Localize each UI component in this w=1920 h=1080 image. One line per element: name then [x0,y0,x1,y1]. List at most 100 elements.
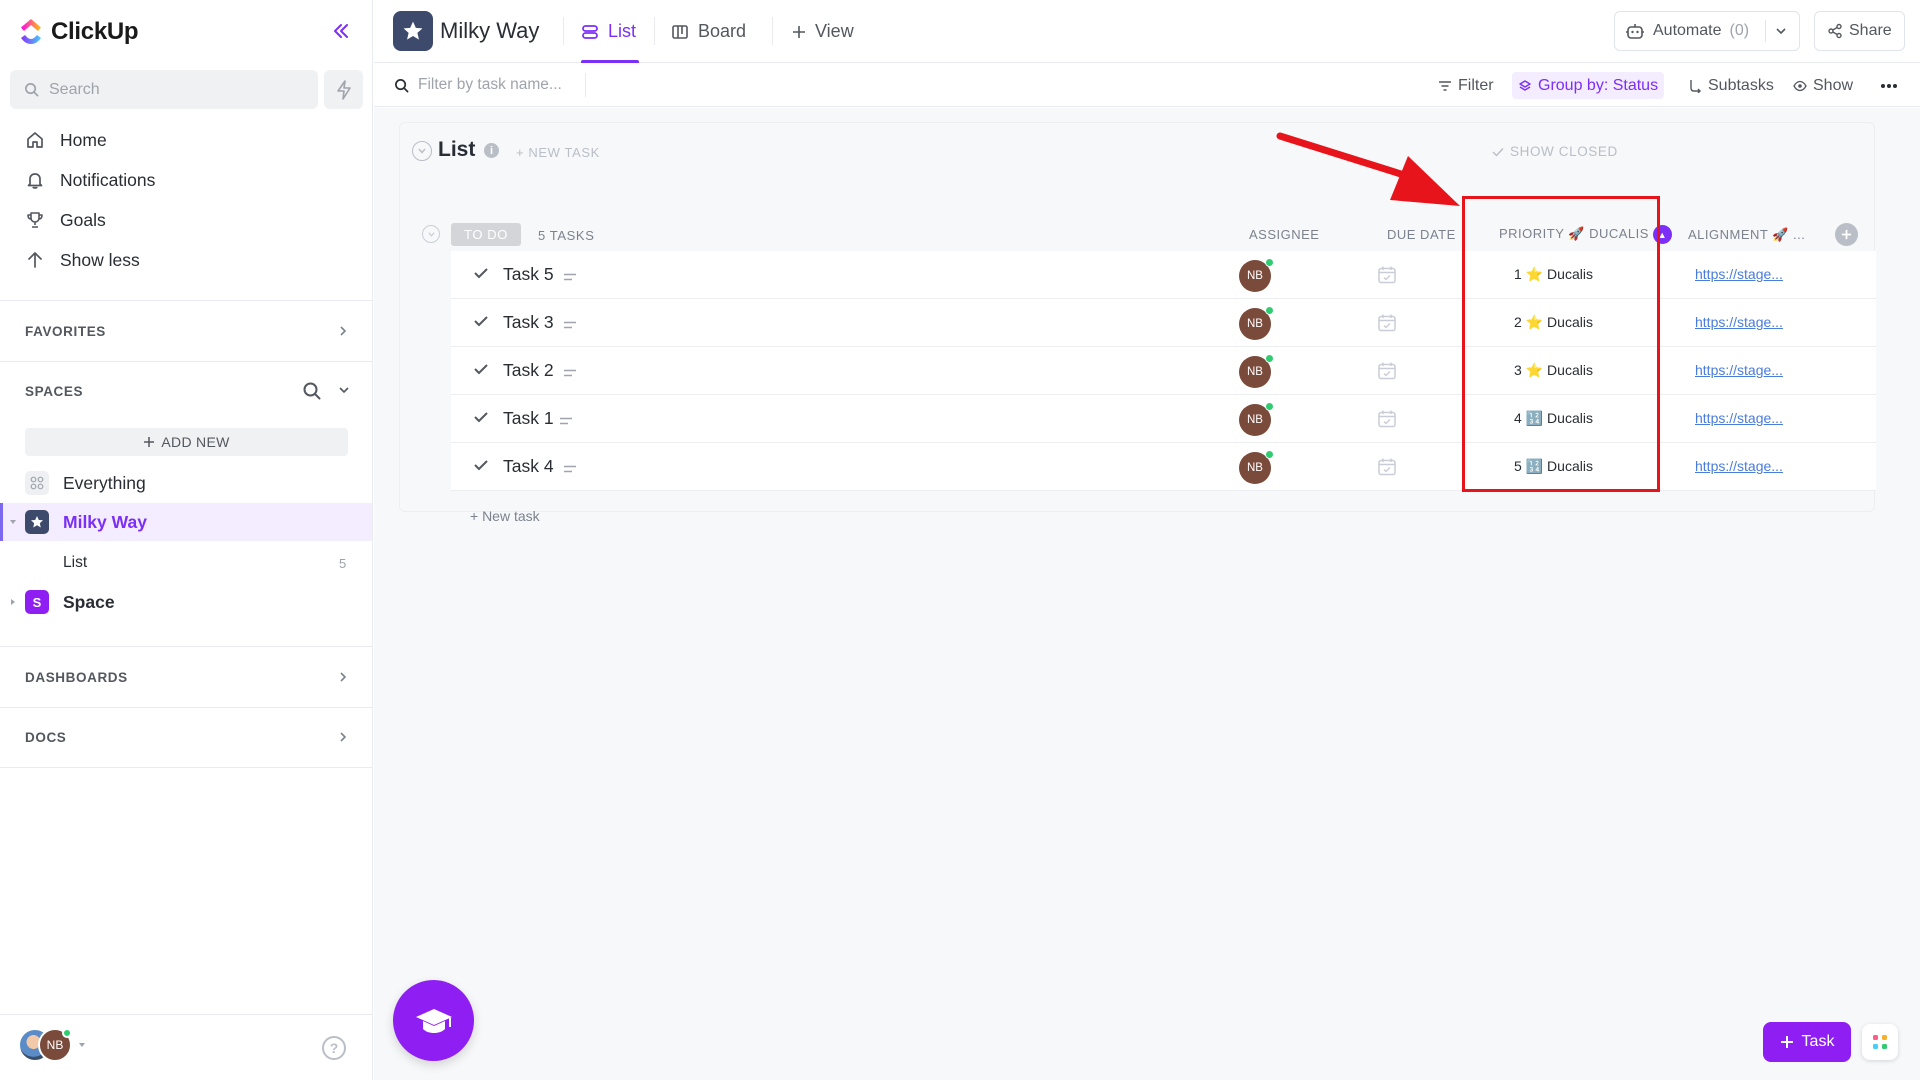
favorites-expand-icon[interactable] [336,321,350,341]
task-count: 5 TASKS [538,228,595,243]
space-space[interactable]: S Space [0,583,372,621]
user-menu[interactable]: NB [18,1028,86,1062]
bell-icon [27,173,43,189]
assignee-avatar[interactable]: NB [1239,450,1274,484]
check-icon[interactable] [473,314,489,328]
list-collapse-icon[interactable] [412,141,432,161]
spaces-chevron-down-icon[interactable] [338,385,350,395]
task-name[interactable]: Task 3 [503,312,554,333]
share-button[interactable]: Share [1814,11,1905,51]
calendar-icon[interactable] [1377,265,1397,285]
docs-header[interactable]: DOCS [25,727,66,747]
calendar-icon[interactable] [1377,313,1397,333]
workspace-title[interactable]: Milky Way [440,18,539,44]
add-task-button[interactable]: Task [1763,1022,1851,1062]
assignee-avatar[interactable]: NB [1239,402,1274,436]
subtasks-button[interactable]: Subtasks [1682,72,1780,99]
assignee-initials: NB [1247,414,1263,426]
list-view-icon [582,24,598,39]
chevron-down-icon[interactable] [1775,26,1787,36]
favorites-header[interactable]: FAVORITES [25,321,106,341]
alignment-link[interactable]: https://stage... [1695,266,1783,282]
column-header-alignment[interactable]: ALIGNMENT 🚀 ... [1688,227,1805,243]
space-milky-way[interactable]: Milky Way [0,503,372,541]
sidebar-list-item[interactable]: List 5 [0,544,372,582]
sidebar-search[interactable]: Search [10,70,318,109]
sidebar-divider [0,646,373,647]
quick-actions-button[interactable] [324,70,363,109]
table-row[interactable]: Task 4 NB 5 🔢 Ducalis https://stage... [451,443,1876,491]
calendar-icon[interactable] [1377,409,1397,429]
online-status-dot [1265,402,1274,411]
filter-label: Filter [1458,76,1494,94]
add-view-button[interactable]: View [792,0,854,63]
automate-button[interactable]: Automate (0) [1614,11,1800,51]
nav-notifications[interactable]: Notifications [24,164,155,196]
alignment-link[interactable]: https://stage... [1695,314,1783,330]
calendar-icon[interactable] [1377,361,1397,381]
info-icon[interactable]: i [484,143,499,158]
tab-board[interactable]: Board [671,0,746,63]
group-by-button[interactable]: Group by: Status [1512,72,1665,99]
assignee-avatar[interactable]: NB [1239,258,1274,292]
graduation-cap-icon [415,1008,452,1033]
collapse-sidebar-button[interactable] [328,18,354,44]
add-column-button[interactable] [1835,223,1858,246]
check-icon[interactable] [473,362,489,376]
caret-down-icon[interactable] [9,519,17,525]
caret-right-icon[interactable] [10,598,16,606]
apps-grid-button[interactable] [1862,1024,1898,1060]
nav-goals[interactable]: Goals [24,204,106,236]
show-closed-button[interactable]: SHOW CLOSED [1492,144,1618,159]
check-icon[interactable] [473,458,489,472]
alignment-link[interactable]: https://stage... [1695,362,1783,378]
check-icon[interactable] [473,410,489,424]
add-new-space-button[interactable]: ADD NEW [25,428,348,456]
nav-show-less[interactable]: Show less [24,244,140,276]
show-button[interactable]: Show [1787,72,1859,99]
space-badge: S [25,590,49,614]
check-icon[interactable] [473,266,489,280]
task-name[interactable]: Task 1 [503,408,554,429]
new-task-row-button[interactable]: + New task [470,508,540,524]
spaces-search-icon[interactable] [302,381,322,401]
tab-list[interactable]: List [581,0,639,63]
more-options-button[interactable] [1874,72,1904,99]
alignment-link[interactable]: https://stage... [1695,458,1783,474]
assignee-avatar[interactable]: NB [1239,354,1274,388]
search-placeholder: Search [49,80,100,98]
new-task-link[interactable]: + NEW TASK [516,145,600,160]
clickup-logo[interactable]: ClickUp [18,17,139,47]
trophy-icon [27,212,43,228]
column-header-assignee[interactable]: ASSIGNEE [1249,227,1319,242]
task-filter-input[interactable]: Filter by task name... [394,76,562,94]
calendar-icon[interactable] [1377,457,1397,477]
learning-center-button[interactable] [393,980,474,1061]
dashboards-expand-icon[interactable] [336,667,350,687]
online-status-dot [1265,354,1274,363]
alignment-link[interactable]: https://stage... [1695,410,1783,426]
table-row[interactable]: Task 5 NB 1 ⭐ Ducalis https://stage... [451,251,1876,299]
table-row[interactable]: Task 1 NB 4 🔢 Ducalis https://stage... [451,395,1876,443]
table-row[interactable]: Task 3 NB 2 ⭐ Ducalis https://stage... [451,299,1876,347]
filter-icon [1439,80,1451,91]
nav-home[interactable]: Home [24,124,107,156]
lightning-icon [336,79,351,100]
dashboards-header[interactable]: DASHBOARDS [25,667,128,687]
online-status-dot [1265,258,1274,267]
assignee-avatar[interactable]: NB [1239,306,1274,340]
double-chevron-left-icon [334,24,348,38]
group-collapse-icon[interactable] [422,225,440,243]
space-everything[interactable]: Everything [0,464,372,502]
docs-expand-icon[interactable] [336,727,350,747]
task-name[interactable]: Task 5 [503,264,554,285]
task-name[interactable]: Task 4 [503,456,554,477]
filter-button[interactable]: Filter [1432,72,1500,99]
task-name[interactable]: Task 2 [503,360,554,381]
automate-label: Automate [1653,22,1722,39]
search-icon [395,78,409,92]
help-icon[interactable]: ? [322,1036,346,1060]
column-header-due-date[interactable]: DUE DATE [1387,227,1456,242]
status-badge[interactable]: TO DO [451,223,521,246]
table-row[interactable]: Task 2 NB 3 ⭐ Ducalis https://stage... [451,347,1876,395]
